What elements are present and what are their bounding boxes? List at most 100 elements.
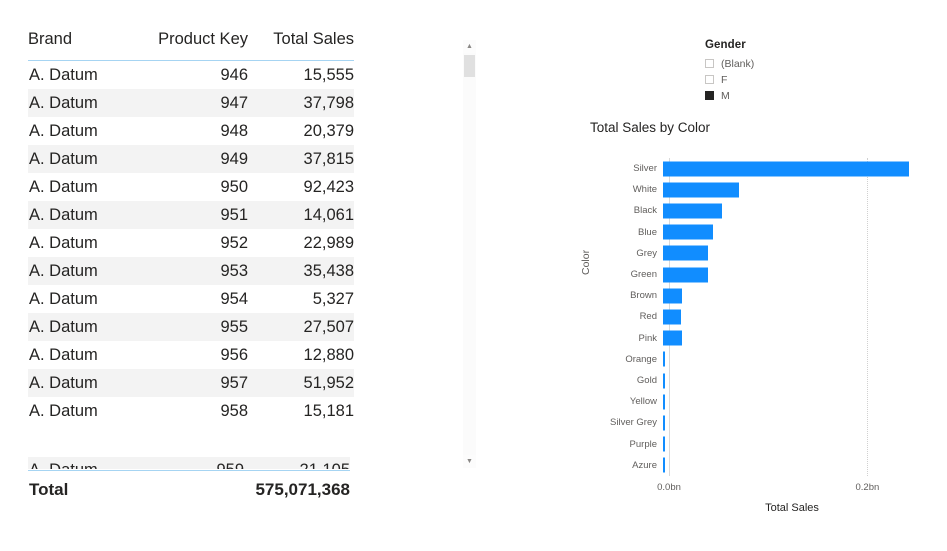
table-row[interactable]: A. Datum 947 37,798 (28, 89, 354, 117)
table-row[interactable]: A. Datum 955 27,507 (28, 313, 354, 341)
total-value: 575,071,368 (255, 480, 350, 499)
cell-total-sales: 20,379 (303, 121, 354, 140)
bar-track (663, 158, 915, 179)
category-label: Brown (630, 290, 657, 302)
cell-product-key: 952 (220, 233, 248, 252)
slicer-item[interactable]: F (705, 72, 825, 87)
table-row[interactable]: A. Datum 957 51,952 (28, 369, 354, 397)
cell-product-key: 949 (136, 145, 252, 173)
bar-track (663, 370, 915, 391)
chart-category-row: White (585, 179, 915, 200)
checkbox-unchecked-icon[interactable] (705, 75, 714, 84)
chart-category-row: Orange (585, 349, 915, 370)
slicer-item[interactable]: (Blank) (705, 56, 825, 71)
cell-brand: A. Datum (28, 257, 136, 285)
chart-title: Total Sales by Color (590, 120, 711, 135)
cell-brand: A. Datum (28, 89, 136, 117)
chart-bar[interactable] (663, 373, 665, 389)
cell-brand: A. Datum (29, 177, 98, 196)
chart-bar[interactable] (663, 245, 708, 261)
chart-bar[interactable] (663, 394, 665, 410)
table-row[interactable]: A. Datum 958 15,181 (28, 397, 354, 425)
chart-category-row: Pink (585, 328, 915, 349)
category-label: Black (633, 205, 657, 217)
table-vertical-scrollbar[interactable]: ▲ ▼ (463, 40, 476, 468)
chart-bar[interactable] (663, 288, 682, 304)
checkbox-checked-icon[interactable] (705, 91, 714, 100)
chart-bar[interactable] (663, 182, 740, 198)
chart-bar[interactable] (663, 161, 909, 177)
chart-bar[interactable] (663, 224, 713, 240)
chart-category-row: Silver (585, 158, 915, 179)
scroll-down-icon[interactable]: ▼ (463, 455, 476, 468)
cell-total-sales: 5,327 (312, 289, 354, 308)
cell-product-key: 956 (220, 345, 248, 364)
chart-bar[interactable] (663, 415, 665, 431)
chart-bar[interactable] (663, 203, 722, 219)
chart-bar[interactable] (663, 436, 665, 452)
chart-bar[interactable] (663, 330, 682, 346)
chart-category-row: Azure (585, 455, 915, 476)
cell-total-sales: 15,181 (303, 401, 354, 420)
cell-total-sales: 92,423 (303, 177, 354, 196)
chart-bar[interactable] (663, 267, 708, 283)
chart-bar[interactable] (663, 351, 665, 367)
category-label: Yellow (629, 396, 657, 408)
bar-track (663, 285, 915, 306)
cell-total-sales: 51,952 (252, 369, 354, 397)
column-header-brand[interactable]: Brand (28, 30, 136, 61)
category-label: Silver Grey (610, 417, 657, 429)
bar-track (663, 434, 915, 455)
table-row-clipped[interactable]: A. Datum 959 21,105 (28, 457, 350, 469)
cell-total-sales: 21,105 (248, 461, 350, 469)
chart-bar[interactable] (663, 309, 681, 325)
chart-category-row: Black (585, 200, 915, 221)
table-row[interactable]: A. Datum 951 14,061 (28, 201, 354, 229)
bar-track (663, 179, 915, 200)
table-row[interactable]: A. Datum 950 92,423 (28, 173, 354, 201)
scroll-up-icon[interactable]: ▲ (463, 40, 476, 53)
chart-category-row: Red (585, 306, 915, 327)
scrollbar-track[interactable] (463, 53, 476, 455)
cell-product-key: 954 (220, 289, 248, 308)
chart-bar[interactable] (663, 457, 665, 473)
chart-plot-area: Silver White Black Blue Grey Green Brown Red Pin… (585, 158, 915, 476)
table-row[interactable]: A. Datum 949 37,815 (28, 145, 354, 173)
slicer-item[interactable]: M (705, 88, 825, 103)
cell-brand: A. Datum (28, 313, 136, 341)
chart-category-row: Purple (585, 434, 915, 455)
cell-product-key: 950 (220, 177, 248, 196)
table-row[interactable]: A. Datum 953 35,438 (28, 257, 354, 285)
x-tick-label: 0.0bn (657, 482, 681, 493)
table-header-row: Brand Product Key Total Sales (28, 30, 354, 61)
cell-total-sales: 27,507 (252, 313, 354, 341)
chart-category-row: Silver Grey (585, 412, 915, 433)
chart-category-row: Green (585, 264, 915, 285)
slicer-item-label: M (721, 89, 730, 102)
x-axis-title: Total Sales (765, 502, 819, 514)
column-header-total-sales[interactable]: Total Sales (252, 30, 354, 61)
cell-product-key: 955 (136, 313, 252, 341)
table-total-row: Total 575,071,368 (28, 470, 350, 499)
bar-track (663, 243, 915, 264)
sales-table-visual: Brand Product Key Total Sales A. Datum 94… (28, 30, 354, 499)
table-row[interactable]: A. Datum 948 20,379 (28, 117, 354, 145)
cell-brand: A. Datum (28, 145, 136, 173)
scrollbar-thumb[interactable] (464, 55, 475, 77)
table-row[interactable]: A. Datum 946 15,555 (28, 61, 354, 90)
cell-brand: A. Datum (29, 401, 98, 420)
bar-track (663, 412, 915, 433)
table-row[interactable]: A. Datum 956 12,880 (28, 341, 354, 369)
checkbox-unchecked-icon[interactable] (705, 59, 714, 68)
table-row[interactable]: A. Datum 954 5,327 (28, 285, 354, 313)
column-header-product-key[interactable]: Product Key (136, 30, 252, 61)
table-row[interactable]: A. Datum 952 22,989 (28, 229, 354, 257)
bar-track (663, 306, 915, 327)
category-label: Silver (633, 163, 657, 175)
bar-track (663, 264, 915, 285)
bar-track (663, 200, 915, 221)
chart-category-row: Brown (585, 285, 915, 306)
x-tick-label: 0.2bn (855, 482, 880, 493)
cell-product-key: 946 (220, 65, 248, 84)
category-label: Purple (629, 438, 657, 450)
